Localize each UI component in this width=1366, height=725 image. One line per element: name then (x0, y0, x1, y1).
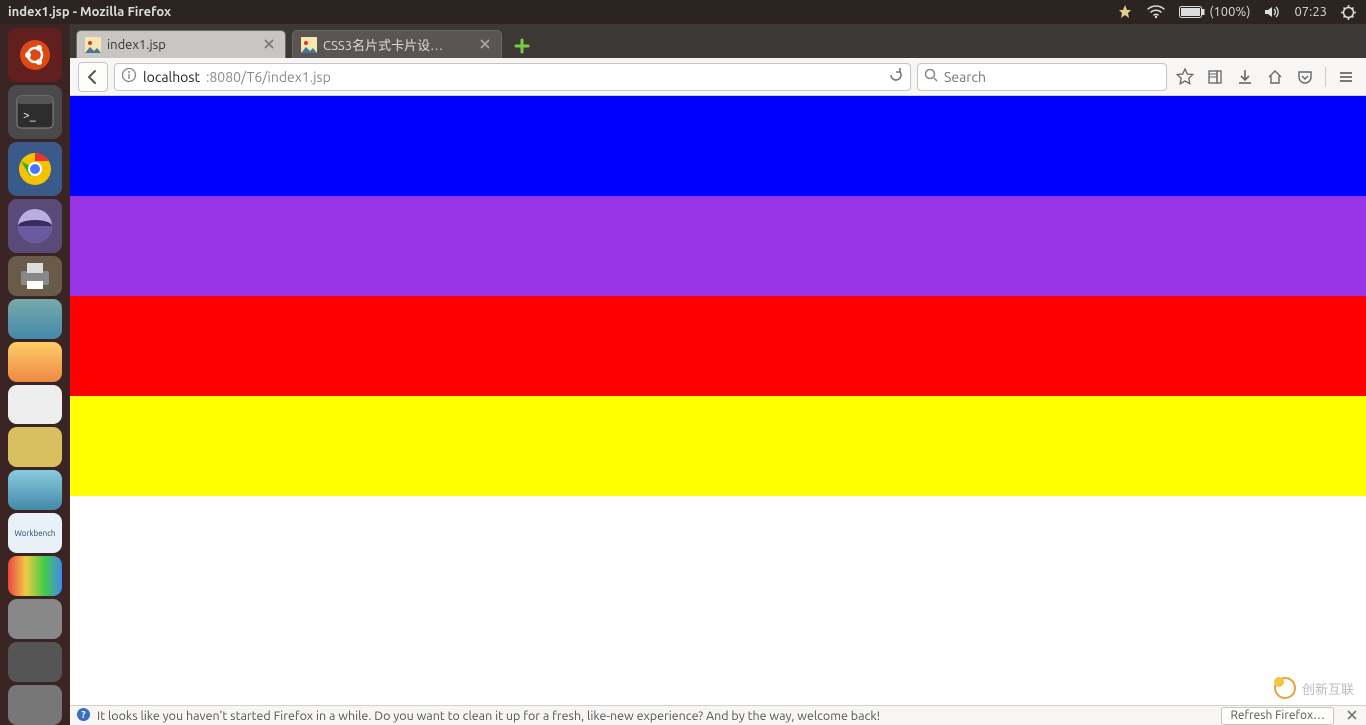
infobar-close-icon[interactable] (1346, 709, 1360, 723)
url-path: :8080/T6/index1.jsp (206, 69, 331, 85)
refresh-infobar: ? It looks like you haven't started Fire… (70, 705, 1366, 725)
library-icon[interactable] (1203, 65, 1227, 89)
search-box[interactable] (917, 63, 1167, 91)
launcher-app-4[interactable] (8, 427, 62, 467)
battery-icon[interactable]: (100%) (1179, 0, 1250, 24)
content-stripe-0 (70, 96, 1366, 196)
system-tray: (100%) 07:23 (1117, 0, 1366, 24)
launcher-app-3[interactable] (8, 385, 62, 425)
launcher-app-7[interactable] (8, 599, 62, 639)
tab-label: index1.jsp (107, 38, 257, 52)
volume-icon[interactable] (1264, 5, 1280, 19)
network-icon[interactable] (1147, 5, 1165, 19)
info-question-icon: ? (76, 707, 91, 725)
tab-label: CSS3名片式卡片设… (323, 35, 473, 54)
launcher-workbench[interactable]: Workbench (8, 513, 62, 553)
launcher-dash[interactable] (8, 28, 62, 82)
content-stripe-1 (70, 196, 1366, 296)
toolbar-separator (1325, 67, 1326, 87)
battery-text: (100%) (1209, 0, 1250, 24)
system-menubar: index1.jsp - Mozilla Firefox (100%) 07:2… (0, 0, 1366, 24)
launcher-app-5[interactable] (8, 470, 62, 510)
launcher-app-8[interactable] (8, 642, 62, 682)
session-gear-icon[interactable] (1341, 5, 1356, 20)
unity-launcher: >_ Workbench (0, 24, 70, 725)
new-tab-button[interactable] (508, 34, 536, 58)
search-icon (924, 68, 938, 86)
launcher-app-9[interactable] (8, 685, 62, 725)
browser-tabstrip: index1.jsp CSS3名片式卡片设… (70, 24, 1366, 58)
search-input[interactable] (944, 69, 1160, 85)
launcher-app-6[interactable] (8, 556, 62, 596)
reload-icon[interactable] (888, 67, 904, 87)
browser-toolbar: localhost :8080/T6/index1.jsp (70, 58, 1366, 96)
launcher-chrome[interactable] (8, 142, 62, 196)
clock-text: 07:23 (1294, 0, 1327, 24)
launcher-printer[interactable] (8, 256, 62, 296)
launcher-eclipse[interactable] (8, 199, 62, 253)
svg-text:?: ? (81, 709, 86, 720)
window-title: index1.jsp - Mozilla Firefox (0, 0, 171, 24)
browser-tab-1[interactable]: CSS3名片式卡片设… (292, 30, 502, 58)
downloads-icon[interactable] (1233, 65, 1257, 89)
refresh-firefox-button[interactable]: Refresh Firefox… (1221, 707, 1334, 725)
tab-close-icon[interactable] (263, 38, 277, 52)
svg-text:>_: >_ (23, 109, 36, 122)
page-content (70, 96, 1366, 725)
home-icon[interactable] (1263, 65, 1287, 89)
nav-back-button[interactable] (78, 62, 108, 92)
tab-close-icon[interactable] (479, 38, 493, 52)
launcher-app-1[interactable] (8, 299, 62, 339)
browser-tab-0[interactable]: index1.jsp (76, 30, 286, 58)
content-stripe-2 (70, 296, 1366, 396)
favicon-icon (85, 37, 101, 53)
bookmark-star-icon[interactable] (1173, 65, 1197, 89)
launcher-terminal[interactable]: >_ (8, 85, 62, 139)
launcher-app-2[interactable] (8, 342, 62, 382)
pocket-icon[interactable] (1293, 65, 1317, 89)
site-info-icon[interactable] (121, 67, 137, 87)
content-stripe-3 (70, 396, 1366, 496)
updates-icon[interactable] (1117, 4, 1133, 20)
hamburger-menu-icon[interactable] (1334, 65, 1358, 89)
refresh-firefox-label: Refresh Firefox… (1230, 709, 1325, 722)
url-bar[interactable]: localhost :8080/T6/index1.jsp (114, 63, 911, 91)
infobar-message: It looks like you haven't started Firefo… (97, 709, 880, 723)
url-host: localhost (143, 69, 200, 85)
favicon-icon (301, 37, 317, 53)
